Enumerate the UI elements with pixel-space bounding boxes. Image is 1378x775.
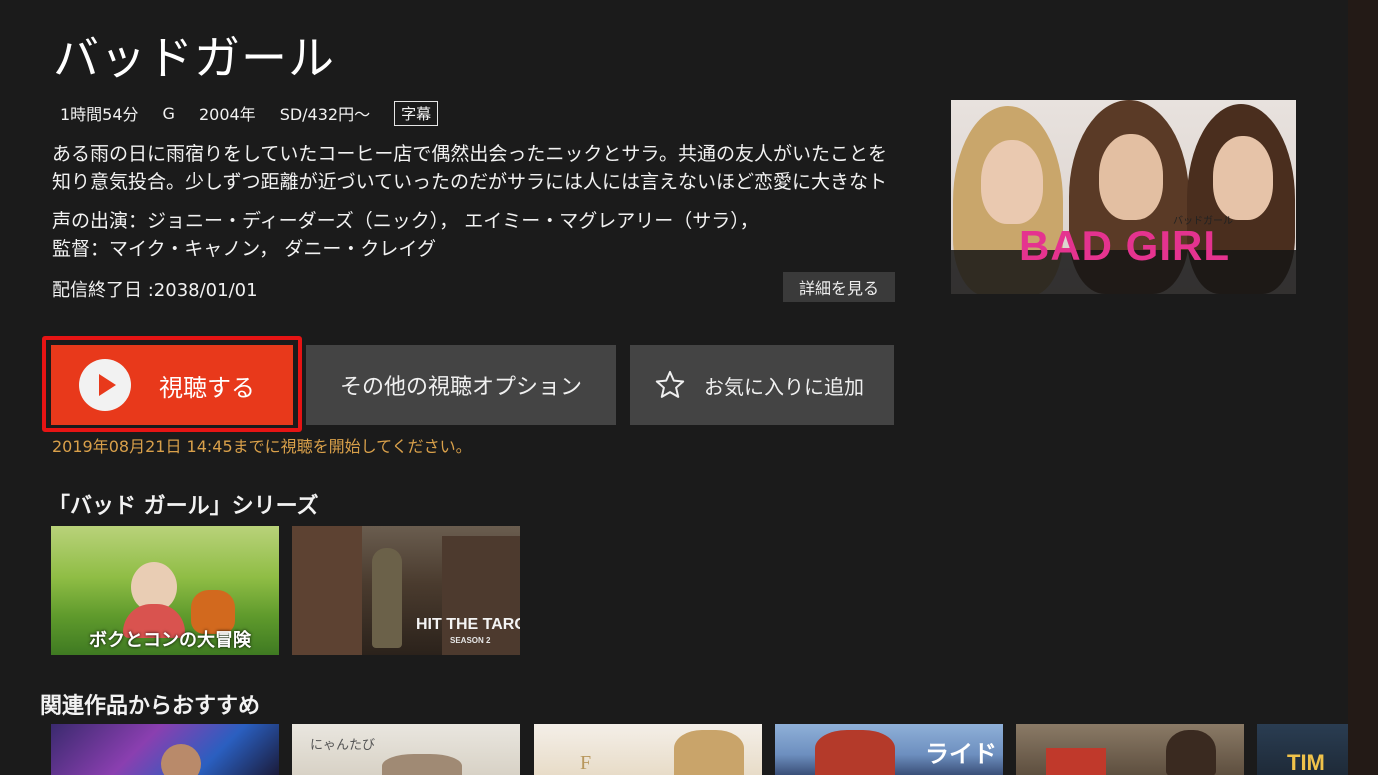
related-thumbnail[interactable]: にゃんたび [292, 724, 520, 775]
poster-image: バッドガール BAD GIRL [951, 100, 1296, 294]
viewing-deadline-notice: 2019年08月21日 14:45までに視聴を開始してください。 [52, 437, 472, 456]
series-item-title: ボクとコンの大冒険 [89, 630, 251, 651]
add-to-favorites-button[interactable]: お気に入りに追加 [630, 345, 894, 425]
related-item-title: にゃんたび [310, 738, 376, 753]
add-to-favorites-label: お気に入りに追加 [704, 374, 864, 399]
poster-face-right [1213, 136, 1273, 220]
see-details-button[interactable]: 詳細を見る [783, 272, 895, 302]
other-viewing-options-label: その他の視聴オプション [339, 375, 582, 400]
series-item-title: HIT THE TARGET [416, 616, 520, 633]
director: 監督：マイク・キャノン， ダニー・クレイグ [52, 238, 436, 260]
duration: 1時間54分 [60, 105, 139, 124]
poster-face-center [1099, 134, 1163, 220]
related-thumbnail[interactable]: TIM [1257, 724, 1348, 775]
subtitle-badge: 字幕 [394, 100, 439, 126]
play-icon [79, 359, 131, 411]
voice-cast: 声の出演：ジョニー・ディーダーズ（ニック）， エイミー・マグレアリー（サラ）， [52, 210, 759, 232]
thumb-figure [161, 744, 201, 775]
related-item-title: TIM [1287, 750, 1325, 775]
page-title: バッドガール [53, 31, 335, 85]
related-thumbnail[interactable] [1016, 724, 1244, 775]
thumb-sign [1046, 748, 1106, 775]
related-section-title: 関連作品からおすすめ [40, 694, 261, 719]
metadata-row: 1時間54分 G 2004年 SD/432円〜 字幕 [60, 100, 439, 126]
thumb-cyclist [815, 730, 895, 775]
thumb-figure [372, 548, 402, 648]
series-thumbnail[interactable]: ボクとコンの大冒険 [51, 526, 279, 655]
related-item-title: F [580, 752, 592, 774]
rating: G [162, 103, 175, 123]
price: SD/432円〜 [279, 105, 371, 124]
poster-logo-text: BAD GIRL [1019, 222, 1230, 269]
right-edge-strip [1348, 0, 1378, 775]
thumb-building-left [292, 526, 362, 655]
release-year: 2004年 [198, 105, 256, 124]
poster-face-left [981, 140, 1043, 224]
related-thumbnail[interactable]: F [534, 724, 762, 775]
series-item-subtitle: SEASON 2 [450, 636, 491, 645]
synopsis: ある雨の日に雨宿りをしていたコーヒー店で偶然出会ったニックとサラ。共通の友人がい… [52, 143, 888, 193]
play-button-label: 視聴する [159, 373, 255, 402]
thumb-cat [382, 754, 462, 775]
play-button[interactable]: 視聴する [51, 345, 293, 425]
series-thumbnail[interactable]: HIT THE TARGET SEASON 2 [292, 526, 520, 655]
thumb-figure [1166, 730, 1216, 775]
related-thumbnail[interactable]: ライド [775, 724, 1003, 775]
availability-end-date: 配信終了日 :2038/01/01 [52, 280, 258, 301]
related-item-title: ライド [925, 740, 997, 768]
series-section-title: 「バッド ガール」シリーズ [48, 494, 319, 519]
other-viewing-options-button[interactable]: その他の視聴オプション [306, 345, 616, 425]
thumb-figure [674, 730, 744, 775]
star-icon [652, 367, 688, 403]
related-thumbnail[interactable] [51, 724, 279, 775]
